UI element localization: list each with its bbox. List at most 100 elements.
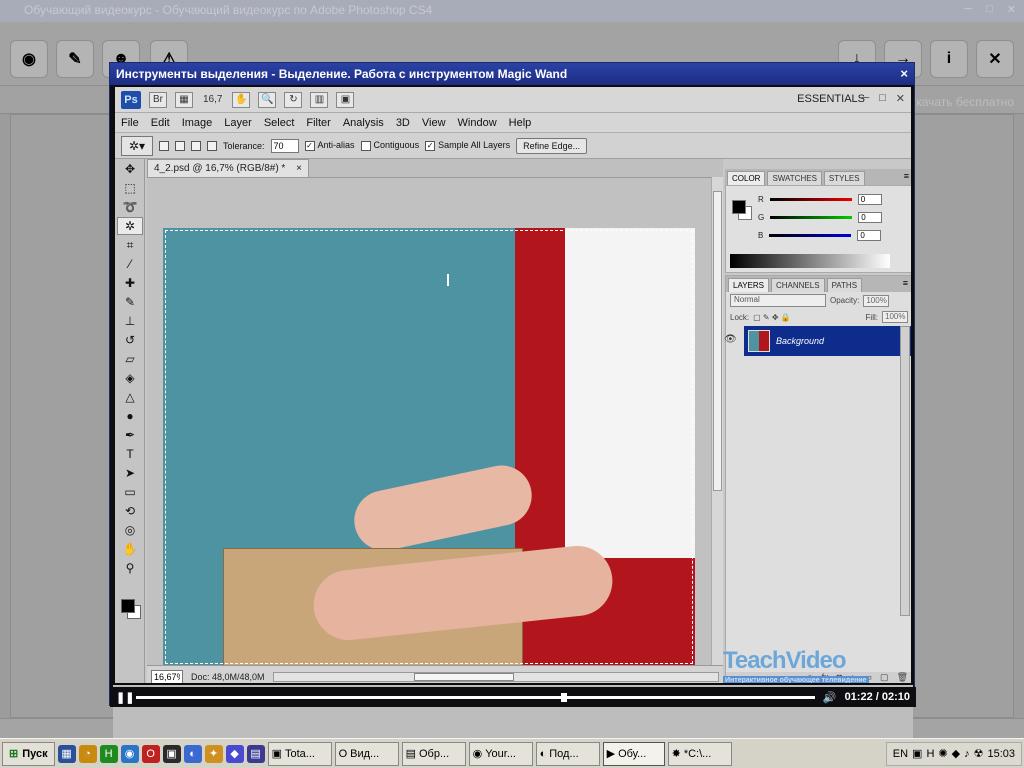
antialias-checkbox[interactable]: ✓ Anti-alias	[304, 140, 355, 151]
hand-icon[interactable]: ✋	[117, 540, 143, 558]
subtract-selection-mode[interactable]	[191, 140, 201, 151]
3d-orbit-icon[interactable]: ◎	[117, 521, 143, 539]
progress-track[interactable]	[136, 692, 815, 702]
download-link[interactable]: Скачать бесплатно	[908, 95, 1014, 109]
menu-image[interactable]: Image	[182, 117, 213, 129]
paint-bucket-icon[interactable]: ◈	[117, 369, 143, 387]
pencil-icon[interactable]: ✎	[56, 40, 94, 78]
eye-visibility-icon[interactable]: 👁	[724, 334, 738, 348]
ps-window-controls[interactable]: ─ □ ✕	[861, 92, 905, 105]
start-button[interactable]: ⊞ Пуск	[2, 741, 55, 766]
tab-layers[interactable]: LAYERS	[728, 278, 769, 292]
tab-styles[interactable]: STYLES	[823, 171, 865, 185]
fill-value[interactable]: 100%	[882, 311, 908, 323]
panel-foreground-swatch[interactable]	[732, 200, 746, 214]
zoom-percentage-input[interactable]	[151, 669, 183, 683]
tray-h-icon[interactable]: H	[926, 748, 934, 760]
clone-stamp-icon[interactable]: ⊥	[117, 312, 143, 330]
save-icon[interactable]: ▤	[246, 744, 265, 763]
red-slider[interactable]	[769, 198, 852, 201]
menu-file[interactable]: File	[121, 117, 139, 129]
hand-tool-icon[interactable]: ✋	[232, 91, 251, 108]
menu-help[interactable]: Help	[509, 117, 532, 129]
progress-thumb[interactable]	[560, 692, 567, 702]
menu-select[interactable]: Select	[264, 117, 295, 129]
quicklaunch-2-icon[interactable]: ◔	[78, 744, 97, 763]
crop-tool-icon[interactable]: ⌗	[117, 236, 143, 254]
tab-color[interactable]: COLOR	[727, 171, 766, 185]
opera-icon[interactable]: O	[141, 744, 160, 763]
taskbar-item-7[interactable]: ✸ *C:\...	[667, 741, 732, 766]
zoom-tool-icon[interactable]: 🔍	[258, 91, 277, 108]
tool-preset-picker[interactable]: ✲▾	[121, 135, 153, 156]
taskbar-item-2[interactable]: O Вид...	[334, 741, 399, 766]
color-panel-menu-icon[interactable]: ≡	[904, 171, 909, 181]
lasso-tool-icon[interactable]: ➰	[117, 198, 143, 216]
tab-paths[interactable]: PATHS	[826, 278, 863, 292]
doc-size[interactable]: Doc: 48,0M/48,0M	[191, 672, 265, 682]
layers-panel-menu-icon[interactable]: ≡	[903, 278, 908, 288]
3d-rotate-icon[interactable]: ⟲	[117, 502, 143, 520]
close-document-icon[interactable]: ×	[296, 163, 302, 174]
blur-tool-icon[interactable]: △	[117, 388, 143, 406]
layer-row-background[interactable]: Background ▪	[744, 326, 911, 356]
healing-brush-icon[interactable]: ✚	[117, 274, 143, 292]
quicklaunch-4-icon[interactable]: ◉	[120, 744, 139, 763]
contiguous-checkbox[interactable]: Contiguous	[360, 140, 419, 151]
info-icon[interactable]: i	[930, 40, 968, 78]
quicklaunch-3-icon[interactable]: H	[99, 744, 118, 763]
player-close-button[interactable]: ×	[900, 66, 908, 81]
vertical-scrollbar[interactable]	[711, 177, 723, 665]
quicklaunch-7-icon[interactable]: ◐	[183, 744, 202, 763]
eyedropper-tool-icon[interactable]: ⁄	[117, 255, 143, 273]
menu-filter[interactable]: Filter	[306, 117, 330, 129]
marquee-tool-icon[interactable]: ⬚	[117, 179, 143, 197]
blue-value[interactable]	[857, 230, 882, 241]
layers-scrollbar[interactable]	[900, 326, 910, 616]
opacity-value[interactable]: 100%	[863, 294, 890, 307]
taskbar-item-1[interactable]: ▣ Tota...	[267, 741, 332, 766]
taskbar-item-5[interactable]: ◐ Под...	[535, 741, 600, 766]
quicklaunch-9-icon[interactable]: ◆	[225, 744, 244, 763]
taskbar-item-3[interactable]: ▤ Обр...	[401, 741, 466, 766]
tab-channels[interactable]: CHANNELS	[770, 278, 825, 292]
tray-bug-icon[interactable]: ✺	[938, 747, 947, 760]
history-brush-icon[interactable]: ↺	[117, 331, 143, 349]
add-selection-mode[interactable]	[175, 140, 185, 151]
quicklaunch-6-icon[interactable]: ▣	[162, 744, 181, 763]
tray-monitor-icon[interactable]: ▣	[912, 747, 922, 760]
volume-icon[interactable]: 🔊	[823, 691, 837, 704]
tray-volume-icon[interactable]: ♪	[964, 748, 970, 760]
zoom-level[interactable]: 16,7	[203, 94, 222, 105]
sample-all-layers-checkbox[interactable]: ✓ Sample All Layers	[425, 140, 510, 151]
shape-tool-icon[interactable]: ▭	[117, 483, 143, 501]
new-selection-mode[interactable]	[159, 140, 169, 151]
menu-layer[interactable]: Layer	[224, 117, 252, 129]
canvas-area[interactable]	[147, 177, 723, 666]
pause-button[interactable]: ❚❚	[116, 691, 134, 704]
lock-icons[interactable]: ▢ ✎ ✥ 🔒	[753, 313, 791, 322]
zoom-icon[interactable]: ⚲	[117, 559, 143, 577]
color-spectrum[interactable]	[730, 254, 890, 268]
view-extras-icon[interactable]: ▦	[175, 91, 193, 108]
vertical-scroll-thumb[interactable]	[713, 191, 722, 491]
blend-mode-select[interactable]: Normal	[730, 294, 826, 307]
type-tool-icon[interactable]: T	[117, 445, 143, 463]
photo-image[interactable]	[163, 228, 695, 666]
refine-edge-button[interactable]: Refine Edge...	[516, 137, 588, 154]
background-window-controls[interactable]: ─ □ ✕	[956, 0, 1024, 19]
foreground-color-swatch[interactable]	[121, 599, 135, 613]
menu-window[interactable]: Window	[458, 117, 497, 129]
blue-slider[interactable]	[769, 234, 852, 237]
close-circle-icon[interactable]: ✕	[976, 40, 1014, 78]
quicklaunch-1-icon[interactable]: ▦	[57, 744, 76, 763]
red-value[interactable]	[857, 194, 882, 205]
magic-wand-tool-icon[interactable]: ✲	[117, 217, 143, 235]
move-tool-icon[interactable]: ✥	[117, 160, 143, 178]
eraser-tool-icon[interactable]: ▱	[117, 350, 143, 368]
tray-radiation-icon[interactable]: ☢	[974, 747, 984, 760]
dodge-tool-icon[interactable]: ●	[117, 407, 143, 425]
bridge-icon[interactable]: Br	[149, 91, 167, 108]
screen-mode-icon[interactable]: ▣	[336, 91, 355, 108]
tray-app-icon[interactable]: ◆	[952, 747, 960, 760]
